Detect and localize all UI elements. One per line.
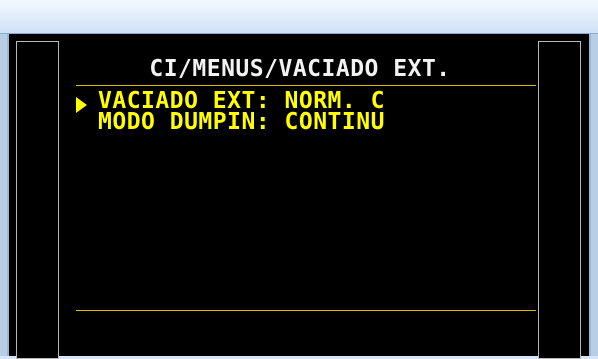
footer-divider (76, 310, 536, 311)
lcd-screen: CI/MENUS/VACIADO EXT. VACIADO EXT: NORM.… (66, 41, 536, 359)
title-divider (76, 85, 536, 86)
window-titlebar (0, 0, 598, 34)
left-softkey-panel[interactable] (16, 41, 59, 359)
right-softkey-panel[interactable] (538, 41, 581, 359)
display-frame: CI/MENUS/VACIADO EXT. VACIADO EXT: NORM.… (7, 34, 591, 359)
menu-breadcrumb-title: CI/MENUS/VACIADO EXT. (149, 56, 451, 82)
menu-item-label: MODO DUMPIN: CONTINU (98, 109, 385, 135)
application-window: CI/MENUS/VACIADO EXT. VACIADO EXT: NORM.… (0, 0, 598, 359)
selection-cursor-icon (76, 97, 87, 113)
